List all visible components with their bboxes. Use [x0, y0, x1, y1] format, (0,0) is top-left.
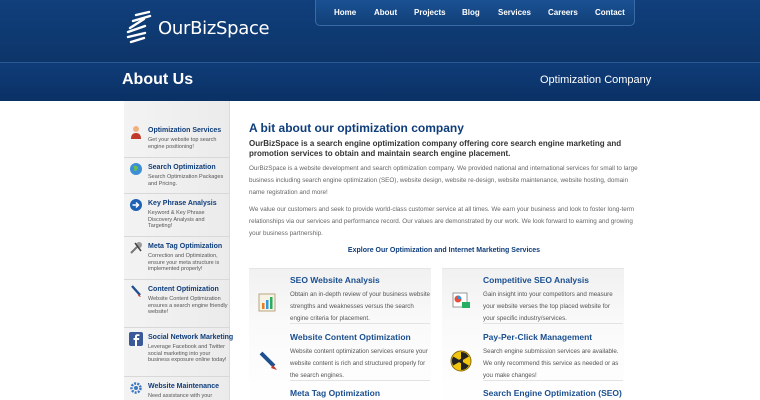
sidebar-item-optimization-services[interactable]: Optimization Services Get your website t… — [124, 121, 230, 158]
content-paragraph: OurBizSpace is a website development and… — [249, 165, 638, 197]
divider — [290, 380, 430, 381]
sidebar-item-content-optimization[interactable]: Content Optimization Website Content Opt… — [124, 280, 230, 328]
logo-text: OurBizSpace — [158, 17, 270, 39]
sidebar-item-desc: Correction and Optimization, ensure your… — [148, 253, 220, 273]
sidebar-item-desc: Search Optimization Packages and Pricing… — [148, 174, 224, 187]
person-icon — [131, 126, 141, 139]
logo[interactable]: OurBizSpace — [124, 8, 270, 48]
sidebar-item-key-phrase-analysis[interactable]: Key Phrase Analysis Keyword & Key Phrase… — [124, 194, 230, 237]
pen-icon — [131, 285, 141, 297]
report-icon — [452, 292, 470, 308]
page-subtitle: Optimization Company — [540, 74, 652, 86]
nav-services[interactable]: Services — [498, 8, 531, 17]
sidebar: Optimization Services Get your website t… — [124, 101, 234, 400]
service-title[interactable]: Search Engine Optimization (SEO) — [483, 388, 622, 398]
divider — [290, 323, 430, 324]
nav-blog[interactable]: Blog — [462, 8, 480, 17]
sidebar-item-title: Meta Tag Optimization — [148, 243, 223, 250]
sidebar-item-meta-tag-optimization[interactable]: Meta Tag Optimization Correction and Opt… — [124, 237, 230, 280]
services-column-left: SEO Website Analysis Obtain an in-depth … — [249, 268, 431, 400]
service-desc: Obtain an in-depth review of your busine… — [290, 291, 430, 322]
sidebar-item-title: Website Maintenance — [148, 383, 220, 390]
services-heading: Explore Our Optimization and Internet Ma… — [347, 247, 541, 254]
nav-about[interactable]: About — [374, 8, 397, 17]
content-heading: A bit about our optimization company — [249, 121, 464, 135]
divider — [483, 323, 623, 324]
sidebar-item-desc: Leverage Facebook and Twitter social mar… — [148, 344, 227, 364]
page-title: About Us — [122, 71, 194, 88]
service-title[interactable]: Meta Tag Optimization — [290, 388, 380, 398]
sidebar-item-desc: Need assistance with your — [148, 393, 213, 399]
page-banner: About Us Optimization Company — [0, 62, 760, 101]
sidebar-item-desc: Get your website top search engine posit… — [148, 137, 217, 150]
content-lead: OurBizSpace is a search engine optimizat… — [249, 139, 622, 158]
main-nav: Home About Projects Blog Services Career… — [315, 0, 635, 26]
pen-icon — [259, 351, 277, 370]
facebook-icon — [129, 332, 143, 346]
service-title[interactable]: SEO Website Analysis — [290, 275, 380, 285]
sidebar-item-title: Key Phrase Analysis — [148, 200, 217, 207]
sidebar-item-desc: Keyword & Key Phrase Discovery Analysis … — [148, 210, 205, 230]
arrow-circle-icon — [130, 199, 142, 211]
globe-icon — [130, 163, 142, 175]
nav-careers[interactable]: Careers — [548, 8, 578, 17]
logo-sunburst-icon — [126, 10, 152, 44]
radiation-icon — [450, 350, 472, 372]
service-title[interactable]: Website Content Optimization — [290, 332, 411, 342]
service-desc: Gain insight into your competitors and m… — [483, 291, 613, 322]
tools-icon — [130, 242, 142, 254]
content-paragraph: We value our customers and seek to provi… — [249, 206, 635, 238]
divider — [483, 380, 623, 381]
sidebar-item-social-network-marketing[interactable]: Social Network Marketing Leverage Facebo… — [124, 328, 234, 377]
sidebar-item-title: Social Network Marketing — [148, 334, 234, 341]
sidebar-item-website-maintenance[interactable]: Website Maintenance Need assistance with… — [124, 377, 230, 400]
sidebar-item-search-optimization[interactable]: Search Optimization Search Optimization … — [124, 158, 230, 194]
sidebar-item-title: Content Optimization — [148, 286, 219, 293]
nav-contact[interactable]: Contact — [595, 8, 625, 17]
service-title[interactable]: Competitive SEO Analysis — [483, 275, 589, 285]
nav-home[interactable]: Home — [334, 8, 356, 17]
chart-icon — [258, 293, 276, 312]
services-column-right: Competitive SEO Analysis Gain insight in… — [442, 268, 624, 400]
sidebar-item-title: Optimization Services — [148, 127, 222, 134]
nav-projects[interactable]: Projects — [414, 8, 446, 17]
gear-icon — [130, 382, 142, 394]
sidebar-item-title: Search Optimization — [148, 164, 216, 171]
service-desc: Website content optimization services en… — [290, 348, 428, 379]
service-title[interactable]: Pay-Per-Click Management — [483, 332, 592, 342]
service-desc: Search engine submission services are av… — [483, 348, 619, 379]
sidebar-item-desc: Website Content Optimization ensures a s… — [148, 296, 228, 316]
top-header: OurBizSpace Home About Projects Blog Ser… — [0, 0, 760, 62]
